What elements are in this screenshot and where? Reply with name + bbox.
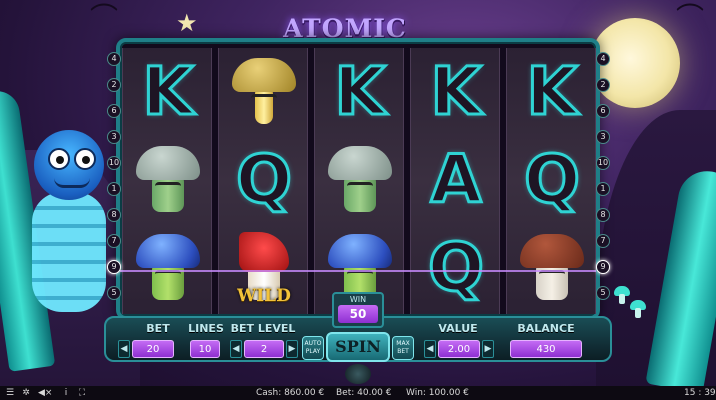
- payline-button[interactable]: 3: [107, 130, 121, 144]
- payline-button[interactable]: 4: [107, 52, 121, 66]
- payline-button[interactable]: 5: [596, 286, 610, 300]
- payline-button[interactable]: 10: [596, 156, 610, 170]
- symbol-brown-mushroom: [507, 224, 597, 312]
- game-stage: ★ ⌒ ⌒ ATOMIC MUSHROOMS K Q WILD K K A Q: [0, 0, 716, 400]
- value-decrease-button[interactable]: ◀: [424, 340, 436, 358]
- win-label: WIN: [349, 295, 367, 304]
- star-icon: ★: [176, 9, 198, 37]
- payline-button[interactable]: 1: [596, 182, 610, 196]
- beetle-ornament: [345, 364, 371, 384]
- spin-button[interactable]: SPIN: [326, 332, 390, 362]
- payline-button[interactable]: 2: [596, 78, 610, 92]
- symbol-a: A: [429, 141, 483, 218]
- bet-value: 20: [132, 340, 174, 358]
- settings-icon[interactable]: ✲: [20, 386, 32, 400]
- balance-value: 430: [510, 340, 582, 358]
- payline-button[interactable]: 1: [107, 182, 121, 196]
- small-mushroom: [630, 300, 646, 318]
- symbol-wild: WILD: [219, 224, 309, 312]
- symbol-k: K: [141, 53, 195, 130]
- payline-button[interactable]: 7: [596, 234, 610, 248]
- payline-button-active[interactable]: 9: [107, 260, 121, 274]
- payline-button[interactable]: 8: [596, 208, 610, 222]
- symbol-q: Q: [234, 141, 293, 218]
- symbol-k: K: [525, 53, 579, 130]
- symbol-q: Q: [522, 141, 581, 218]
- payline-button[interactable]: 3: [596, 130, 610, 144]
- fullscreen-icon[interactable]: ⛶: [76, 386, 88, 400]
- bet-text: Bet: 40.00 €: [336, 388, 392, 398]
- payline-button[interactable]: 2: [107, 78, 121, 92]
- status-bar: ☰ ✲ ◀× i ⛶ Cash: 860.00 € Bet: 40.00 € W…: [0, 386, 716, 400]
- cash-text: Cash: 860.00 €: [256, 388, 325, 398]
- clock-text: 15 : 39: [684, 388, 716, 398]
- lines-label: LINES: [188, 322, 224, 335]
- blue-worm-mascot: [24, 130, 116, 315]
- win-value: 50: [338, 305, 378, 323]
- bet-decrease-button[interactable]: ◀: [118, 340, 130, 358]
- symbol-blue-mushroom: [123, 224, 213, 312]
- balance-label: BALANCE: [517, 322, 575, 335]
- wild-label: WILD: [237, 286, 291, 306]
- payline-button[interactable]: 6: [596, 104, 610, 118]
- symbol-k: K: [333, 53, 387, 130]
- reel-frame: K Q WILD K K A Q K Q: [116, 38, 600, 320]
- reel-1: K: [122, 48, 212, 314]
- bet-level-value: 2: [244, 340, 284, 358]
- reel-2: Q WILD: [218, 48, 308, 314]
- reel-5: K Q: [506, 48, 596, 314]
- active-payline: [120, 270, 596, 272]
- win-display: WIN 50: [332, 292, 384, 328]
- symbol-k: K: [429, 53, 483, 130]
- payline-button[interactable]: 6: [107, 104, 121, 118]
- lines-value: 10: [190, 340, 220, 358]
- symbol-green-mushroom: [123, 136, 213, 224]
- payline-button[interactable]: 8: [107, 208, 121, 222]
- coin-value: 2.00: [438, 340, 480, 358]
- bet-level-decrease-button[interactable]: ◀: [230, 340, 242, 358]
- payline-button[interactable]: 4: [596, 52, 610, 66]
- value-label: VALUE: [438, 322, 478, 335]
- bet-level-increase-button[interactable]: ▶: [286, 340, 298, 358]
- menu-icon[interactable]: ☰: [4, 386, 16, 400]
- payline-button[interactable]: 5: [107, 286, 121, 300]
- reel-4: K A Q: [410, 48, 500, 314]
- payline-button[interactable]: 7: [107, 234, 121, 248]
- auto-play-button[interactable]: AUTO PLAY: [302, 336, 324, 360]
- small-mushroom: [614, 286, 630, 304]
- bet-label: BET: [146, 322, 170, 335]
- bat-icon: ⌒: [90, 1, 119, 34]
- win-text: Win: 100.00 €: [406, 388, 469, 398]
- bat-icon: ⌒: [676, 1, 705, 34]
- bet-level-label: BET LEVEL: [230, 322, 296, 335]
- info-icon[interactable]: i: [60, 386, 72, 400]
- sound-icon[interactable]: ◀×: [38, 386, 52, 400]
- value-increase-button[interactable]: ▶: [482, 340, 494, 358]
- symbol-green-mushroom: [315, 136, 405, 224]
- symbol-q: Q: [426, 229, 485, 306]
- payline-button[interactable]: 10: [107, 156, 121, 170]
- reel-3: K: [314, 48, 404, 314]
- payline-button-active[interactable]: 9: [596, 260, 610, 274]
- symbol-yellow-mushroom: [219, 48, 309, 136]
- max-bet-button[interactable]: MAX BET: [392, 336, 414, 360]
